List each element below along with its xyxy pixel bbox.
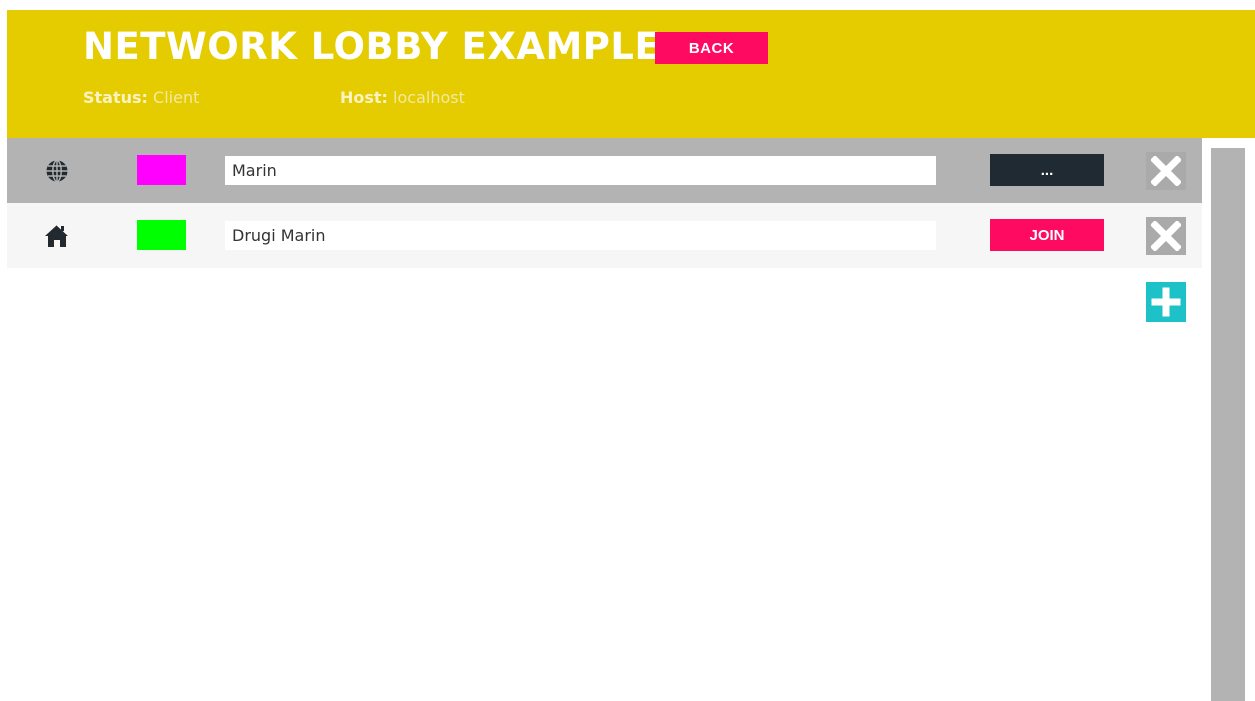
remove-player-button[interactable] [1146,152,1186,190]
scrollbar[interactable] [1211,148,1245,701]
add-player-button[interactable] [1146,282,1186,322]
plus-icon [1151,287,1181,317]
host-text: Host: localhost [340,88,465,107]
status-text: Status: Client [83,88,199,107]
globe-icon [41,155,73,187]
lobby-header: NETWORK LOBBY EXAMPLE BACK Status: Clien… [7,10,1255,138]
close-icon [1151,156,1181,186]
host-value: localhost [393,88,465,107]
home-icon [41,220,73,252]
remove-player-button[interactable] [1146,217,1186,255]
player-row: ... [7,138,1202,203]
status-value: Client [153,88,200,107]
player-options-button[interactable]: ... [990,154,1104,186]
page-title: NETWORK LOBBY EXAMPLE [83,25,661,68]
close-icon [1151,221,1181,251]
join-button[interactable]: JOIN [990,219,1104,251]
host-label: Host: [340,88,388,107]
back-button[interactable]: BACK [655,32,768,64]
player-color-swatch[interactable] [137,220,186,250]
player-row: JOIN [7,203,1202,268]
status-label: Status: [83,88,148,107]
player-name-input[interactable] [225,156,936,185]
player-color-swatch[interactable] [137,155,186,185]
player-name-input[interactable] [225,221,936,250]
